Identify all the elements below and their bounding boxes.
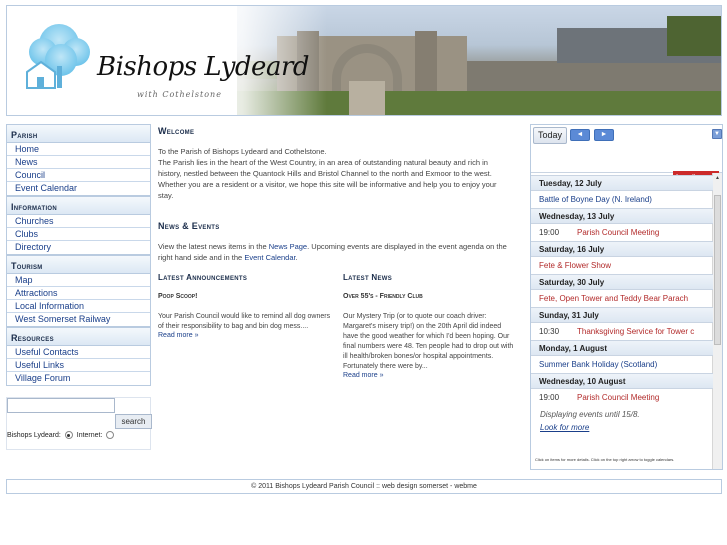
sidebar-item-churches[interactable]: Churches <box>7 215 150 228</box>
welcome-heading: Welcome <box>158 126 195 136</box>
search-button[interactable]: search <box>115 414 152 429</box>
news-item-text: Our Mystery Trip (or to quote our coach … <box>343 313 514 370</box>
sidebar-nav: Parish Home News Council Event Calendar … <box>6 124 151 386</box>
event-title[interactable]: Fete & Flower Show <box>539 261 611 270</box>
scroll-up-icon[interactable]: ▲ <box>713 173 722 183</box>
look-for-more-link[interactable]: Look for more <box>540 423 589 432</box>
prev-arrow-icon[interactable]: ◄ <box>570 129 590 141</box>
search-input[interactable] <box>7 398 115 413</box>
news-events-heading: News & Events <box>158 221 220 231</box>
nav-section-parish: Parish Home News Council Event Calendar <box>6 124 151 196</box>
nav-section-tourism: Tourism Map Attractions Local Informatio… <box>6 255 151 327</box>
site-title[interactable]: Bishops Lydeard <box>97 52 310 82</box>
agenda-day: Wednesday, 13 July <box>531 208 713 224</box>
sidebar-item-useful-links[interactable]: Useful Links <box>7 359 150 372</box>
event-agenda-widget: Today ◄ ► ▼ Loading... ▲ Tuesday, 12 Jul… <box>530 124 723 470</box>
agenda-event[interactable]: Battle of Boyne Day (N. Ireland) <box>531 191 713 208</box>
event-calendar-link[interactable]: Event Calendar <box>244 253 295 262</box>
search-scope: Bishops Lydeard: Internet: <box>7 431 116 439</box>
sidebar-item-home[interactable]: Home <box>7 143 150 156</box>
sidebar-item-useful-contacts[interactable]: Useful Contacts <box>7 346 150 359</box>
next-arrow-icon[interactable]: ► <box>594 129 614 141</box>
welcome-text: To the Parish of Bishops Lydeard and Cot… <box>158 146 508 201</box>
scrollbar-thumb[interactable] <box>714 195 721 345</box>
scope-label-site: Bishops Lydeard: <box>7 431 61 439</box>
latest-news: Latest News Over 55's - Friendly Club Ou… <box>343 273 518 379</box>
site-subtitle: with Cothelstone <box>137 90 222 99</box>
nav-heading: Parish <box>7 124 150 143</box>
event-time: 19:00 <box>539 228 560 237</box>
nav-section-resources: Resources Useful Contacts Useful Links V… <box>6 327 151 386</box>
displaying-until-text: Displaying events until 15/8. <box>540 410 640 419</box>
sidebar-item-west-somerset-railway[interactable]: West Somerset Railway <box>7 313 150 326</box>
agenda-day: Monday, 1 August <box>531 340 713 356</box>
today-button[interactable]: Today <box>533 127 567 144</box>
agenda-event[interactable]: Fete & Flower Show <box>531 257 713 274</box>
event-title[interactable]: Battle of Boyne Day (N. Ireland) <box>539 195 652 204</box>
sidebar-item-news[interactable]: News <box>7 156 150 169</box>
agenda-event[interactable]: 19:00 Parish Council Meeting <box>531 224 713 241</box>
agenda-day: Saturday, 30 July <box>531 274 713 290</box>
welcome-line-2: The Parish lies in the heart of the West… <box>158 158 497 200</box>
news-events-text: View the latest news items in the News P… <box>158 241 516 263</box>
sidebar-item-clubs[interactable]: Clubs <box>7 228 150 241</box>
scope-label-internet: Internet: <box>76 431 103 439</box>
news-item-title[interactable]: Over 55's - Friendly Club <box>343 293 518 300</box>
agenda-event[interactable]: Summer Bank Holiday (Scotland) <box>531 356 713 373</box>
sidebar-item-local-information[interactable]: Local Information <box>7 300 150 313</box>
announcement-read-more-link[interactable]: Read more » <box>158 332 333 339</box>
agenda-event[interactable]: 10:30 Thanksgiving Service for Tower c <box>531 323 713 340</box>
event-title[interactable]: Summer Bank Holiday (Scotland) <box>539 360 657 369</box>
welcome-line-1: To the Parish of Bishops Lydeard and Cot… <box>158 147 327 156</box>
agenda-event[interactable]: Fete, Open Tower and Teddy Bear Parach <box>531 290 713 307</box>
news-read-more-link[interactable]: Read more » <box>343 372 518 379</box>
calendar-scrollbar[interactable]: ▲ <box>712 173 722 469</box>
sidebar-item-village-forum[interactable]: Village Forum <box>7 372 150 385</box>
announcement-title[interactable]: Poop Scoop! <box>158 293 333 300</box>
event-title[interactable]: Fete, Open Tower and Teddy Bear Parach <box>539 294 688 303</box>
logo-tree-icon <box>26 24 90 89</box>
agenda-day: Tuesday, 12 July <box>531 175 713 191</box>
nav-heading: Tourism <box>7 255 150 274</box>
event-title[interactable]: Thanksgiving Service for Tower c <box>577 327 694 336</box>
news-text-part: View the latest news items in the <box>158 242 269 251</box>
agenda-list: Tuesday, 12 July Battle of Boyne Day (N.… <box>531 175 713 406</box>
agenda-day: Wednesday, 10 August <box>531 373 713 389</box>
news-page-link[interactable]: News Page <box>269 242 307 251</box>
announcement-text: Your Parish Council would like to remind… <box>158 313 331 330</box>
nav-section-information: Information Churches Clubs Directory <box>6 196 151 255</box>
event-title[interactable]: Parish Council Meeting <box>577 393 659 402</box>
sidebar-item-directory[interactable]: Directory <box>7 241 150 254</box>
event-title[interactable]: Parish Council Meeting <box>577 228 659 237</box>
sidebar-item-map[interactable]: Map <box>7 274 150 287</box>
calendar-toolbar: Today ◄ ► ▼ <box>531 125 722 173</box>
event-time: 19:00 <box>539 393 560 402</box>
nav-heading: Resources <box>7 327 150 346</box>
scope-radio-site[interactable] <box>64 431 73 439</box>
latest-news-heading: Latest News <box>343 273 393 282</box>
sidebar-item-event-calendar[interactable]: Event Calendar <box>7 182 150 195</box>
site-footer: © 2011 Bishops Lydeard Parish Council ::… <box>6 479 722 494</box>
news-text-part: . <box>295 253 298 262</box>
agenda-event[interactable]: 19:00 Parish Council Meeting <box>531 389 713 406</box>
sidebar-item-council[interactable]: Council <box>7 169 150 182</box>
calendar-hint: Click on items for more details. Click o… <box>535 457 675 462</box>
latest-announcements: Latest Announcements Poop Scoop! Your Pa… <box>158 273 333 339</box>
scope-radio-internet[interactable] <box>106 431 115 439</box>
site-header: Bishops Lydeard with Cothelstone <box>6 5 722 116</box>
announcements-heading: Latest Announcements <box>158 273 248 282</box>
calendar-toggle-icon[interactable]: ▼ <box>712 129 722 139</box>
event-time: 10:30 <box>539 327 560 336</box>
search-form: search Bishops Lydeard: Internet: <box>6 397 152 450</box>
agenda-day: Saturday, 16 July <box>531 241 713 257</box>
nav-heading: Information <box>7 196 150 215</box>
agenda-day: Sunday, 31 July <box>531 307 713 323</box>
sidebar-item-attractions[interactable]: Attractions <box>7 287 150 300</box>
